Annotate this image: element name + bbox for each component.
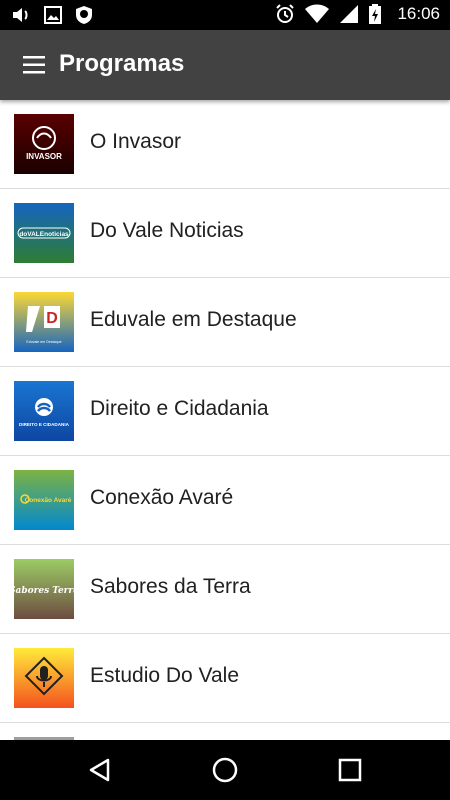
program-thumbnail: INVASOR bbox=[14, 114, 74, 174]
svg-text:Eduvale em Destaque: Eduvale em Destaque bbox=[26, 340, 61, 344]
alarm-icon bbox=[275, 4, 295, 24]
battery-icon bbox=[369, 4, 382, 24]
app-bar: Programas bbox=[0, 30, 450, 100]
navigation-bar bbox=[0, 740, 450, 800]
page-title: Programas bbox=[59, 50, 185, 77]
list-item-label: O Invasor bbox=[90, 130, 182, 153]
program-thumbnail: doVALEnoticias bbox=[14, 203, 74, 263]
program-thumbnail: DIREITO E CIDADANIA bbox=[14, 381, 74, 441]
list-item-do-vale-noticias[interactable]: doVALEnoticias Do Vale Noticias bbox=[0, 189, 450, 278]
svg-text:Conexão Avaré: Conexão Avaré bbox=[25, 497, 72, 504]
list-item-o-invasor[interactable]: INVASOR O Invasor bbox=[0, 100, 450, 189]
program-thumbnail bbox=[14, 648, 74, 708]
program-thumbnail: D Eduvale em Destaque bbox=[14, 292, 74, 352]
list-item-label: Estudio Do Vale bbox=[90, 664, 240, 687]
svg-text:Sabores Terra: Sabores Terra bbox=[14, 586, 74, 596]
volume-icon bbox=[12, 6, 32, 24]
list-item-eduvale-em-destaque[interactable]: D Eduvale em Destaque Eduvale em Destaqu… bbox=[0, 278, 450, 367]
list-item-label: Eduvale em Destaque bbox=[90, 308, 297, 331]
list-item-label: Conexão Avaré bbox=[90, 486, 234, 509]
svg-text:D: D bbox=[46, 310, 58, 327]
hamburger-menu-icon[interactable] bbox=[22, 54, 48, 76]
status-time: 16:06 bbox=[397, 4, 440, 23]
list-item-label: Direito e Cidadania bbox=[90, 397, 269, 420]
svg-text:INVASOR: INVASOR bbox=[26, 152, 62, 161]
back-triangle-icon[interactable] bbox=[86, 756, 114, 784]
list-item-estudio-do-vale[interactable]: Estudio Do Vale bbox=[0, 634, 450, 723]
status-bar: 16:06 bbox=[0, 0, 450, 30]
list-item-conexao-avare[interactable]: Conexão Avaré Conexão Avaré bbox=[0, 456, 450, 545]
list-item-direito-e-cidadania[interactable]: DIREITO E CIDADANIA Direito e Cidadania bbox=[0, 367, 450, 456]
list-item-label: Sabores da Terra bbox=[90, 575, 251, 598]
svg-text:doVALEnoticias: doVALEnoticias bbox=[19, 231, 69, 238]
image-icon bbox=[44, 6, 62, 24]
program-thumbnail: Sabores Terra bbox=[14, 559, 74, 619]
program-thumbnail: Conexão Avaré bbox=[14, 470, 74, 530]
list-item-label: Do Vale Noticias bbox=[90, 219, 244, 242]
recents-square-icon[interactable] bbox=[336, 756, 364, 784]
home-circle-icon[interactable] bbox=[211, 756, 239, 784]
wifi-icon bbox=[305, 4, 330, 24]
signal-icon bbox=[339, 4, 359, 24]
list-item-partial[interactable] bbox=[0, 723, 450, 740]
program-list: INVASOR O Invasor doVALEnoticias Do Vale… bbox=[0, 100, 450, 740]
svg-text:DIREITO E CIDADANIA: DIREITO E CIDADANIA bbox=[19, 422, 70, 427]
shield-icon bbox=[74, 5, 94, 25]
list-item-sabores-da-terra[interactable]: Sabores Terra Sabores da Terra bbox=[0, 545, 450, 634]
